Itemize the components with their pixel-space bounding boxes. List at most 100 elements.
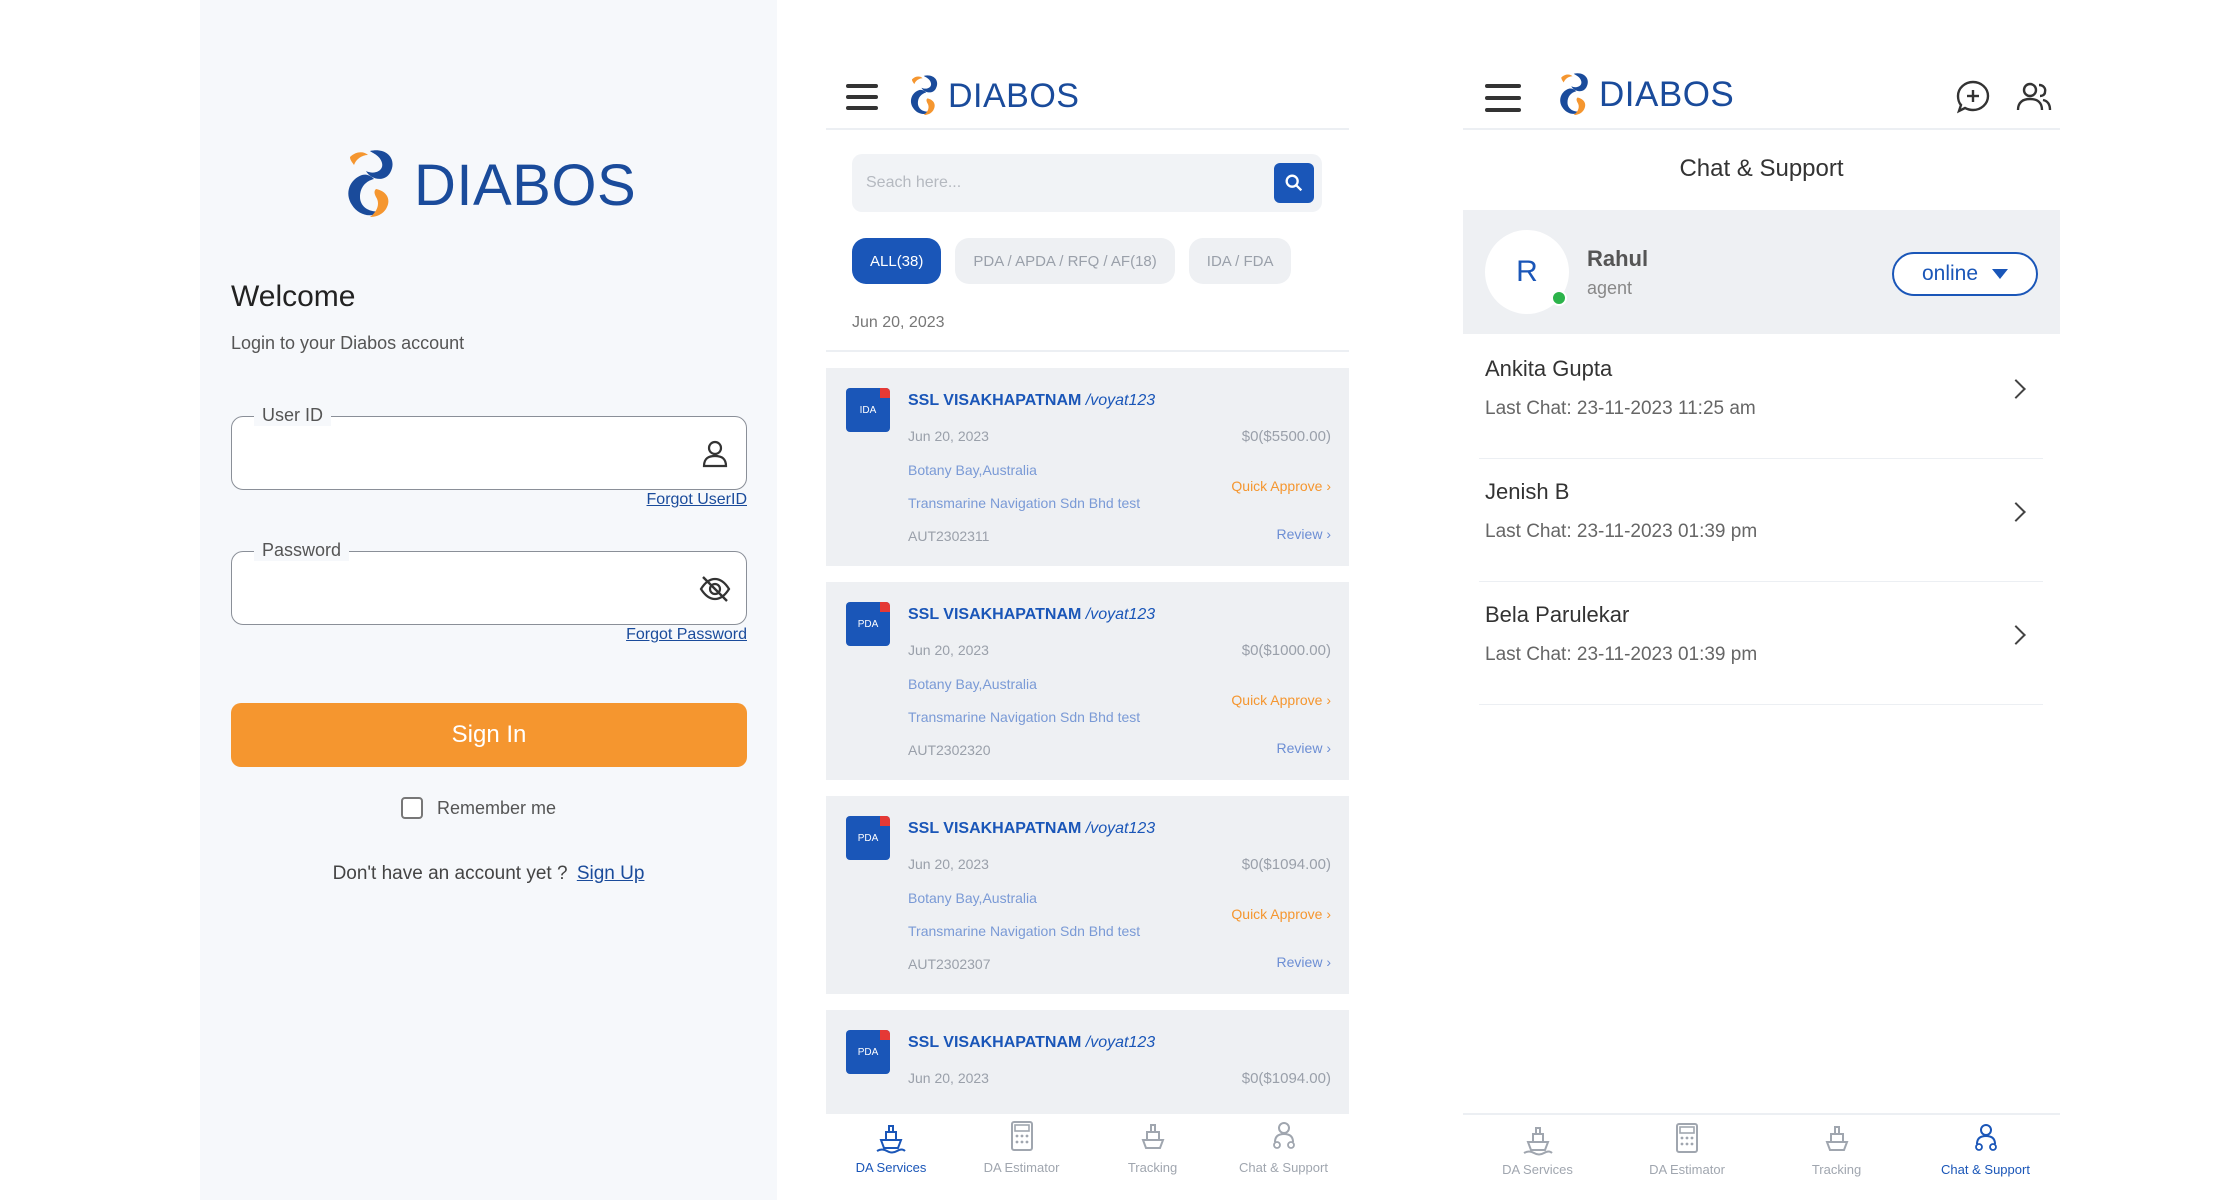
remember-label: Remember me bbox=[437, 797, 557, 818]
tab-label: Chat & Support bbox=[1239, 1160, 1328, 1175]
password-field[interactable]: Password bbox=[231, 540, 747, 625]
header-divider bbox=[826, 128, 1349, 130]
search-button[interactable] bbox=[1274, 163, 1314, 203]
date-divider bbox=[826, 350, 1349, 352]
card-ref: AUT2302320 bbox=[908, 742, 991, 758]
support-agents-icon bbox=[1272, 1122, 1295, 1149]
tab-chat-support[interactable]: Chat & Support bbox=[1911, 1120, 2060, 1177]
contact-name: Jenish B bbox=[1485, 479, 1570, 504]
card-company: Transmarine Navigation Sdn Bhd test bbox=[908, 495, 1141, 511]
userid-input[interactable] bbox=[250, 433, 670, 473]
calculator-icon bbox=[1010, 1121, 1033, 1151]
new-chat-icon[interactable] bbox=[1954, 78, 1992, 116]
filter-chip-pda[interactable]: PDA / APDA / RFQ / AF(18) bbox=[955, 238, 1175, 284]
type-badge: PDA bbox=[846, 602, 890, 646]
no-account-text: Don't have an account yet ? bbox=[332, 863, 568, 884]
header-divider bbox=[1463, 128, 2060, 130]
tab-da-services[interactable]: DA Services bbox=[826, 1118, 956, 1175]
conversation-item[interactable]: Ankita Gupta Last Chat: 23-11-2023 11:25… bbox=[1479, 336, 2043, 459]
chevron-right-icon bbox=[2006, 502, 2026, 522]
support-agents-icon bbox=[1974, 1124, 1997, 1151]
tab-label: Chat & Support bbox=[1941, 1162, 2030, 1177]
card-date: Jun 20, 2023 bbox=[908, 1070, 989, 1086]
bottom-tab-bar: DA Services DA Estimator Tracking Chat &… bbox=[826, 1118, 1349, 1175]
bottom-tab-bar: DA Services DA Estimator Tracking Chat &… bbox=[1463, 1120, 2060, 1177]
logo-text: DIABOS bbox=[414, 152, 637, 218]
tab-da-estimator[interactable]: DA Estimator bbox=[1612, 1120, 1762, 1177]
menu-icon[interactable] bbox=[1485, 84, 1521, 112]
status-dropdown[interactable]: online bbox=[1892, 252, 2038, 296]
filter-chip-all[interactable]: ALL(38) bbox=[852, 238, 942, 284]
password-input[interactable] bbox=[250, 568, 670, 608]
tab-da-estimator[interactable]: DA Estimator bbox=[956, 1118, 1087, 1175]
last-chat-time: Last Chat: 23-11-2023 01:39 pm bbox=[1485, 644, 1758, 665]
da-services-screen: DIABOS ALL(38) PDA / APDA / RFQ / AF(18)… bbox=[826, 0, 1349, 1200]
contact-name: Ankita Gupta bbox=[1485, 356, 1613, 381]
filter-chips: ALL(38) PDA / APDA / RFQ / AF(18) IDA / … bbox=[852, 238, 1332, 284]
service-card[interactable]: PDA SSL VISAKHAPATNAM /voyat123 Jun 20, … bbox=[826, 582, 1349, 780]
quick-approve-link[interactable]: Quick Approve › bbox=[1231, 692, 1331, 708]
card-title: SSL VISAKHAPATNAM /voyat123 bbox=[908, 606, 1156, 623]
diabos-logo-icon bbox=[910, 75, 938, 115]
conversation-item[interactable]: Bela Parulekar Last Chat: 23-11-2023 01:… bbox=[1479, 582, 2043, 705]
diabos-logo: DIABOS bbox=[340, 145, 636, 225]
contact-name: Bela Parulekar bbox=[1485, 602, 1630, 627]
review-link[interactable]: Review › bbox=[1277, 740, 1331, 756]
online-indicator bbox=[1551, 290, 1567, 306]
welcome-subtitle: Login to your Diabos account bbox=[231, 333, 465, 353]
forgot-password-link[interactable]: Forgot Password bbox=[626, 626, 747, 644]
tabbar-divider bbox=[1463, 1113, 2060, 1115]
card-company: Transmarine Navigation Sdn Bhd test bbox=[908, 923, 1141, 939]
service-card[interactable]: IDA SSL VISAKHAPATNAM /voyat123 Jun 20, … bbox=[826, 368, 1349, 566]
agent-name: Rahul bbox=[1587, 246, 1649, 271]
ship-icon bbox=[1522, 1127, 1553, 1156]
agent-status-card: R Rahul agent online bbox=[1463, 210, 2060, 334]
password-label: Password bbox=[254, 540, 350, 561]
card-amount: $0($5500.00) bbox=[1241, 428, 1331, 445]
sign-in-button[interactable]: Sign In bbox=[231, 703, 747, 767]
card-location: Botany Bay,Australia bbox=[908, 890, 1037, 906]
tab-tracking[interactable]: Tracking bbox=[1087, 1118, 1218, 1175]
status-value: online bbox=[1921, 262, 1979, 285]
ship-tracking-icon bbox=[1141, 1124, 1164, 1149]
login-screen: DIABOS Welcome Login to your Diabos acco… bbox=[200, 0, 777, 1200]
card-date: Jun 20, 2023 bbox=[908, 856, 989, 872]
forgot-userid-link[interactable]: Forgot UserID bbox=[647, 491, 747, 509]
remember-me[interactable]: Remember me bbox=[401, 797, 556, 819]
tab-tracking[interactable]: Tracking bbox=[1762, 1120, 1911, 1177]
sign-up-link[interactable]: Sign Up bbox=[577, 863, 645, 884]
caret-down-icon bbox=[1992, 269, 2009, 279]
tab-da-services[interactable]: DA Services bbox=[1463, 1120, 1612, 1177]
search-bar[interactable] bbox=[852, 154, 1322, 212]
type-badge: IDA bbox=[846, 388, 890, 432]
card-ref: AUT2302307 bbox=[908, 956, 991, 972]
card-location: Botany Bay,Australia bbox=[908, 462, 1037, 478]
service-card[interactable]: PDA SSL VISAKHAPATNAM /voyat123 Jun 20, … bbox=[826, 796, 1349, 994]
calculator-icon bbox=[1676, 1123, 1698, 1153]
eye-off-icon[interactable] bbox=[698, 572, 732, 606]
quick-approve-link[interactable]: Quick Approve › bbox=[1231, 906, 1331, 922]
userid-field[interactable]: User ID bbox=[231, 405, 747, 490]
card-amount: $0($1094.00) bbox=[1241, 856, 1331, 873]
card-ref: AUT2302311 bbox=[908, 528, 990, 544]
chevron-right-icon bbox=[2006, 625, 2026, 645]
card-amount: $0($1000.00) bbox=[1241, 642, 1331, 659]
conversation-item[interactable]: Jenish B Last Chat: 23-11-2023 01:39 pm bbox=[1479, 459, 2043, 582]
quick-approve-link[interactable]: Quick Approve › bbox=[1231, 478, 1331, 494]
remember-checkbox[interactable] bbox=[401, 797, 423, 819]
agent-role: agent bbox=[1587, 278, 1633, 298]
review-link[interactable]: Review › bbox=[1277, 526, 1331, 542]
diabos-logo: DIABOS bbox=[1555, 70, 1734, 120]
page-title: Chat & Support bbox=[1679, 155, 1844, 182]
contacts-icon[interactable] bbox=[2015, 78, 2053, 116]
welcome-heading: Welcome bbox=[231, 280, 356, 313]
diabos-logo-icon bbox=[348, 150, 393, 217]
filter-chip-ida[interactable]: IDA / FDA bbox=[1188, 238, 1292, 284]
search-input[interactable] bbox=[866, 168, 1246, 198]
review-link[interactable]: Review › bbox=[1277, 954, 1331, 970]
menu-icon[interactable] bbox=[846, 84, 878, 110]
type-badge: PDA bbox=[846, 816, 890, 860]
service-card[interactable]: PDA SSL VISAKHAPATNAM /voyat123 Jun 20, … bbox=[826, 1010, 1349, 1114]
tab-chat-support[interactable]: Chat & Support bbox=[1218, 1118, 1349, 1175]
user-icon bbox=[702, 440, 728, 468]
